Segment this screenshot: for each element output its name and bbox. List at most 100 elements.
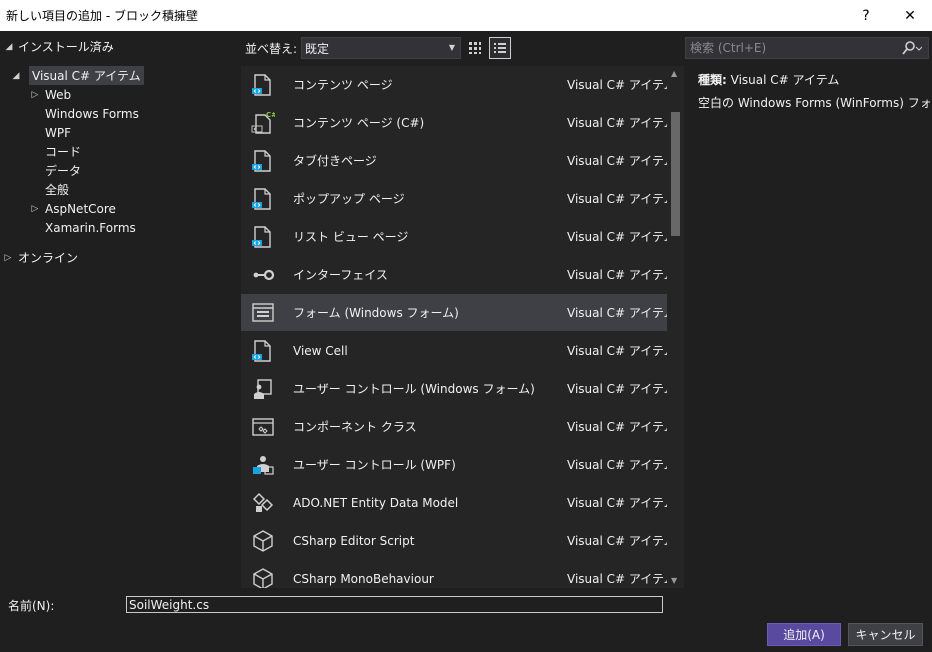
help-button[interactable]: ? (844, 0, 888, 31)
search-input[interactable] (686, 41, 896, 55)
tree-label: Windows Forms (45, 106, 139, 121)
scroll-down-icon[interactable]: ▼ (671, 576, 677, 585)
interface-icon (241, 256, 285, 293)
tree-label: AspNetCore (45, 201, 116, 216)
cube-icon (241, 522, 285, 559)
template-item-category: Visual C# アイテム (567, 382, 667, 396)
name-label: 名前(N): (8, 599, 55, 613)
template-item-category: Visual C# アイテム (567, 534, 667, 548)
template-item-name: ユーザー コントロール (Windows フォーム) (293, 382, 535, 396)
template-item[interactable]: インターフェイス Visual C# アイテム (241, 256, 667, 293)
template-item-name: ユーザー コントロール (WPF) (293, 458, 456, 472)
details-panel: 種類: Visual C# アイテム 空白の Windows Forms (Wi… (698, 71, 932, 117)
template-item[interactable]: フォーム (Windows フォーム) Visual C# アイテム (241, 294, 667, 331)
template-item-category: Visual C# アイテム (567, 116, 667, 130)
tree-label: Web (45, 87, 72, 102)
sort-label: 並べ替え: (245, 41, 298, 56)
template-item-category: Visual C# アイテム (567, 458, 667, 472)
template-item-category: Visual C# アイテム (567, 192, 667, 206)
content-page-icon (241, 66, 285, 103)
tree-label: Xamarin.Forms (45, 220, 136, 235)
tree-node-windows-forms[interactable]: Windows Forms (45, 104, 139, 123)
tree-node-wpf[interactable]: WPF (45, 123, 71, 142)
template-item[interactable]: タブ付きページ Visual C# アイテム (241, 142, 667, 179)
component-class-icon (241, 408, 285, 445)
template-item-category: Visual C# アイテム (567, 496, 667, 510)
template-item-name: View Cell (293, 343, 348, 358)
template-item-category: Visual C# アイテム (567, 78, 667, 92)
list-view-icon (494, 43, 507, 53)
scrollbar-thumb[interactable] (671, 112, 680, 236)
template-item[interactable]: ユーザー コントロール (WPF) Visual C# アイテム (241, 446, 667, 483)
caret-down-icon: ◢ (12, 70, 20, 81)
search-box[interactable] (685, 37, 929, 59)
tree-node-code[interactable]: コード (45, 142, 81, 161)
details-type-key: 種類: (698, 73, 727, 87)
tree-label: コード (45, 145, 82, 159)
tree-label: データ (45, 164, 82, 178)
template-item[interactable]: ADO.NET Entity Data Model Visual C# アイテム (241, 484, 667, 521)
cube-icon (241, 560, 285, 588)
caret-right-icon: ▷ (31, 203, 39, 214)
template-item-name: タブ付きページ (293, 154, 377, 168)
tree-node-data[interactable]: データ (45, 161, 81, 180)
list-view-page-icon (241, 218, 285, 255)
template-item-category: Visual C# アイテム (567, 306, 667, 320)
template-item-name: CSharp Editor Script (293, 533, 415, 548)
template-item[interactable]: リスト ビュー ページ Visual C# アイテム (241, 218, 667, 255)
details-type-row: 種類: Visual C# アイテム (698, 71, 932, 94)
template-item[interactable]: コンポーネント クラス Visual C# アイテム (241, 408, 667, 445)
close-button[interactable]: ✕ (888, 0, 932, 31)
template-item-name: コンテンツ ページ (C#) (293, 116, 425, 130)
tree-label: Visual C# アイテム (29, 66, 144, 85)
template-item-name: インターフェイス (293, 268, 388, 282)
sort-value: 既定 (305, 41, 330, 56)
template-item[interactable]: ポップアップ ページ Visual C# アイテム (241, 180, 667, 217)
caret-right-icon: ▷ (4, 252, 12, 263)
tree-node-online[interactable]: ▷ オンライン (3, 248, 78, 267)
template-item[interactable]: ユーザー コントロール (Windows フォーム) Visual C# アイテム (241, 370, 667, 407)
template-item-category: Visual C# アイテム (567, 268, 667, 282)
user-control-icon (241, 370, 285, 407)
details-description: 空白の Windows Forms (WinForms) フォーム (698, 96, 932, 110)
add-button[interactable]: 追加(A) (767, 623, 841, 646)
tree-node-web[interactable]: ▷ Web (30, 85, 72, 104)
template-item[interactable]: C# コンテンツ ページ (C#) Visual C# アイテム (241, 104, 667, 141)
tree-node-visual-csharp[interactable]: ◢ Visual C# アイテム (11, 66, 144, 85)
template-item-category: Visual C# アイテム (567, 230, 667, 244)
template-item-name: ADO.NET Entity Data Model (293, 495, 459, 510)
chevron-down-icon: ▼ (448, 43, 456, 52)
template-item-category: Visual C# アイテム (567, 572, 667, 586)
svg-text:C#: C# (266, 111, 275, 119)
template-item[interactable]: CSharp Editor Script Visual C# アイテム (241, 522, 667, 559)
template-item-name: フォーム (Windows フォーム) (293, 306, 459, 320)
tree-label: 全般 (45, 183, 70, 197)
template-item[interactable]: コンテンツ ページ Visual C# アイテム (241, 66, 667, 103)
template-item-name: コンポーネント クラス (293, 420, 417, 434)
tree-label: WPF (45, 125, 72, 140)
cancel-button[interactable]: キャンセル (848, 623, 923, 646)
template-item-name: リスト ビュー ページ (293, 230, 409, 244)
entity-data-model-icon (241, 484, 285, 521)
tree-node-xamarin-forms[interactable]: Xamarin.Forms (45, 218, 136, 237)
search-icon[interactable] (902, 40, 922, 56)
tree-node-installed[interactable]: ◢ インストール済み (4, 37, 114, 56)
template-item[interactable]: View Cell Visual C# アイテム (241, 332, 667, 369)
scroll-up-icon[interactable]: ▲ (671, 69, 677, 78)
list-scrollbar[interactable]: ▲ ▼ (667, 66, 684, 588)
tree-node-aspnetcore[interactable]: ▷ AspNetCore (30, 199, 116, 218)
sort-dropdown[interactable]: 既定 ▼ (301, 37, 462, 59)
list-view-button[interactable] (489, 37, 512, 59)
template-list: コンテンツ ページ Visual C# アイテム C# コンテンツ ページ (C#) V… (241, 66, 667, 588)
windows-form-icon (241, 294, 285, 331)
template-item-category: Visual C# アイテム (567, 154, 667, 168)
template-tree: ◢ インストール済み ◢ Visual C# アイテム ▷ Web Window… (0, 31, 240, 590)
template-item-name: コンテンツ ページ (293, 78, 393, 92)
popup-page-icon (241, 180, 285, 217)
content-page-csharp-icon: C# (241, 104, 285, 141)
grid-view-button[interactable] (464, 37, 486, 59)
name-field[interactable] (126, 596, 663, 613)
template-item[interactable]: CSharp MonoBehaviour Visual C# アイテム (241, 560, 667, 588)
tabbed-page-icon (241, 142, 285, 179)
tree-node-general[interactable]: 全般 (45, 180, 69, 199)
